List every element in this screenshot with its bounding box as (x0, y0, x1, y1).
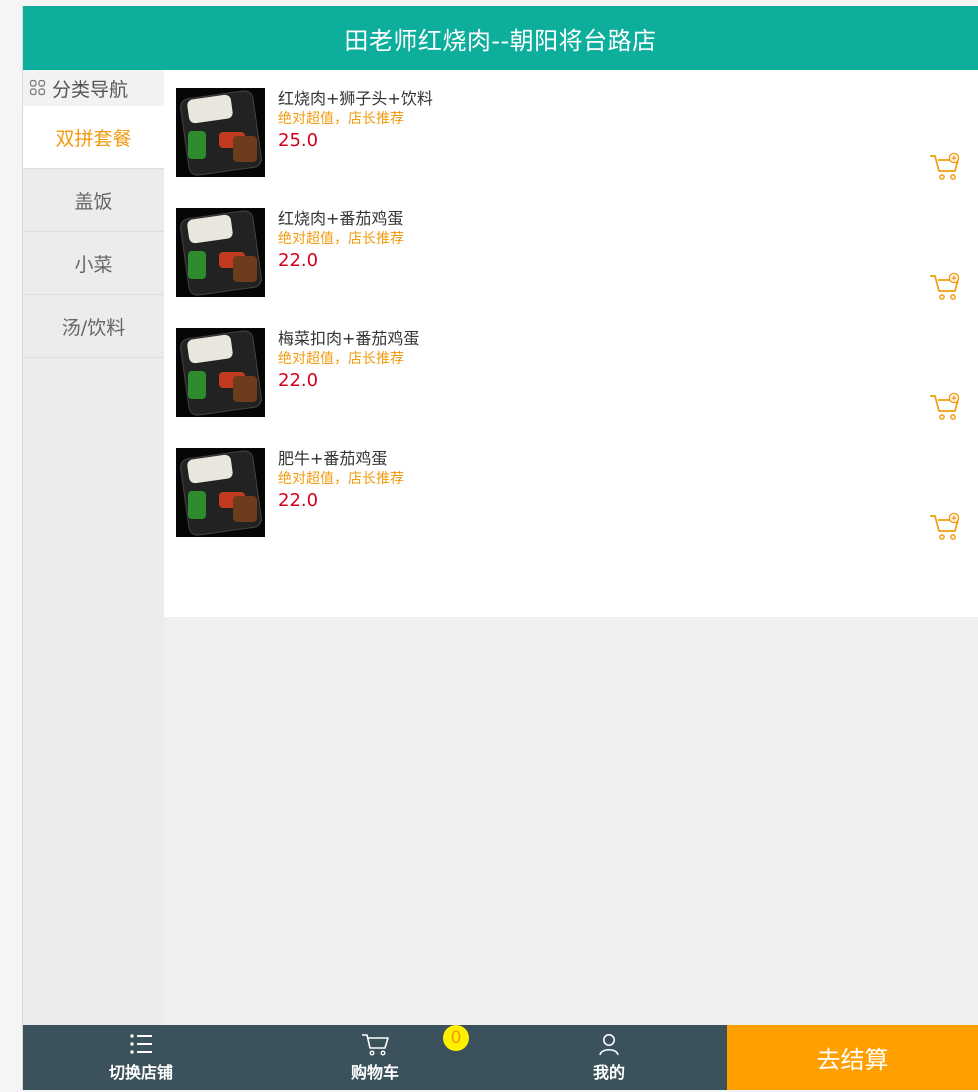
product-item[interactable]: 梅菜扣肉+番茄鸡蛋 绝对超值，店长推荐 22.0 (176, 328, 976, 428)
cart-plus-icon (930, 152, 960, 180)
product-price: 22.0 (278, 370, 319, 391)
category-nav-label: 分类导航 (52, 78, 129, 101)
product-image (176, 328, 265, 417)
category-label: 小菜 (74, 253, 113, 276)
product-item[interactable]: 红烧肉+番茄鸡蛋 绝对超值，店长推荐 22.0 (176, 208, 976, 308)
add-to-cart-button[interactable] (928, 152, 962, 182)
category-item-soup-drink[interactable]: 汤/饮料 (23, 295, 164, 358)
product-price: 22.0 (278, 490, 319, 511)
product-slogan: 绝对超值，店长推荐 (278, 111, 404, 127)
category-label: 双拼套餐 (55, 127, 132, 150)
cart-plus-icon (930, 512, 960, 540)
tab-mine[interactable]: 我的 (539, 1025, 679, 1090)
cart-icon (362, 1034, 389, 1056)
product-item[interactable]: 肥牛+番茄鸡蛋 绝对超值，店长推荐 22.0 (176, 448, 976, 548)
category-sidebar: 分类导航 双拼套餐 盖饭 小菜 汤/饮料 (23, 70, 164, 1025)
app-container: 田老师红烧肉--朝阳将台路店 分类导航 双拼套餐 盖饭 小菜 汤/饮料 红烧肉+… (22, 6, 978, 1090)
tab-label: 购物车 (350, 1063, 399, 1082)
product-image (176, 448, 265, 537)
tab-label: 切换店铺 (108, 1063, 173, 1082)
store-header: 田老师红烧肉--朝阳将台路店 (23, 6, 978, 70)
product-item[interactable]: 红烧肉+狮子头+饮料 绝对超值，店长推荐 25.0 (176, 88, 976, 188)
user-icon (599, 1034, 619, 1056)
category-label: 汤/饮料 (61, 316, 126, 339)
category-item-rice-bowl[interactable]: 盖饭 (23, 169, 164, 232)
checkout-button[interactable]: 去结算 (727, 1025, 978, 1090)
product-name: 红烧肉+狮子头+饮料 (278, 89, 433, 108)
add-to-cart-button[interactable] (928, 272, 962, 302)
tab-label: 我的 (592, 1063, 625, 1082)
category-nav-title: 分类导航 (23, 70, 164, 106)
product-slogan: 绝对超值，店长推荐 (278, 231, 404, 247)
product-slogan: 绝对超值，店长推荐 (278, 351, 404, 367)
product-name: 梅菜扣肉+番茄鸡蛋 (278, 329, 420, 348)
cart-count-badge: 0 (443, 1025, 469, 1051)
product-list: 红烧肉+狮子头+饮料 绝对超值，店长推荐 25.0 红烧肉+番茄鸡蛋 绝对超值，… (164, 70, 978, 617)
tab-switch-store[interactable]: 切换店铺 (71, 1025, 211, 1090)
add-to-cart-button[interactable] (928, 512, 962, 542)
list-icon (130, 1034, 152, 1054)
store-title: 田老师红烧肉--朝阳将台路店 (344, 26, 657, 55)
product-name: 红烧肉+番茄鸡蛋 (278, 209, 404, 228)
category-item-combo[interactable]: 双拼套餐 (23, 106, 164, 169)
product-image (176, 88, 265, 177)
bottom-navigation: 切换店铺 购物车 0 我的 去结算 (23, 1025, 978, 1090)
grid-icon (29, 79, 46, 96)
product-price: 22.0 (278, 250, 319, 271)
cart-plus-icon (930, 272, 960, 300)
checkout-label: 去结算 (816, 1046, 889, 1074)
category-label: 盖饭 (74, 190, 113, 213)
product-name: 肥牛+番茄鸡蛋 (278, 449, 388, 468)
product-price: 25.0 (278, 130, 319, 151)
category-item-side-dish[interactable]: 小菜 (23, 232, 164, 295)
add-to-cart-button[interactable] (928, 392, 962, 422)
cart-plus-icon (930, 392, 960, 420)
product-image (176, 208, 265, 297)
product-slogan: 绝对超值，店长推荐 (278, 471, 404, 487)
tab-cart[interactable]: 购物车 (305, 1025, 445, 1090)
